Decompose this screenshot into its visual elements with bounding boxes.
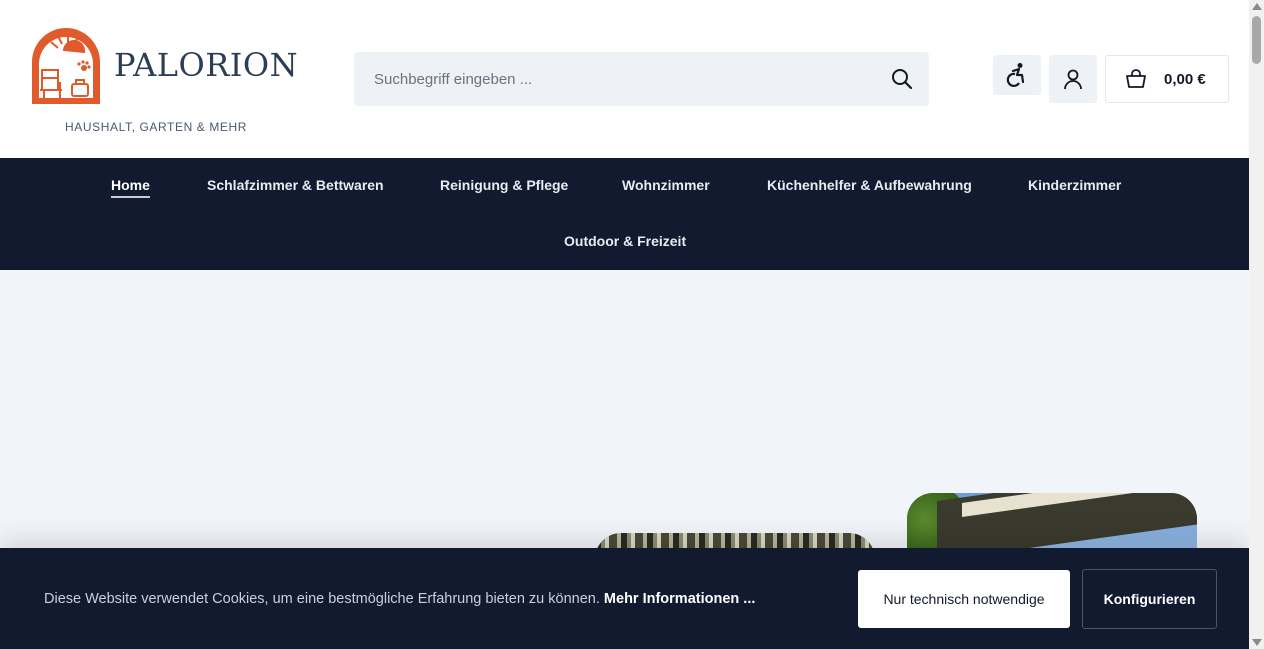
brand-name: PALORION (114, 46, 299, 84)
nav-item-schlafzimmer[interactable]: Schlafzimmer & Bettwaren (207, 177, 384, 193)
account-button[interactable] (1049, 55, 1097, 103)
search-button[interactable] (889, 66, 915, 92)
brand-tagline: HAUSHALT, GARTEN & MEHR (65, 120, 248, 134)
vertical-scrollbar[interactable] (1249, 0, 1264, 649)
cookie-configure-button[interactable]: Konfigurieren (1082, 569, 1217, 629)
search-bar (354, 52, 929, 106)
nav-item-kinderzimmer[interactable]: Kinderzimmer (1028, 177, 1121, 193)
main-navigation: Home Schlafzimmer & Bettwaren Reinigung … (0, 158, 1249, 270)
cookie-technical-only-button[interactable]: Nur technisch notwendige (858, 570, 1070, 628)
site-header: PALORION HAUSHALT, GARTEN & MEHR 0,00 (0, 0, 1249, 158)
user-icon (1064, 69, 1082, 90)
search-input[interactable] (354, 52, 874, 106)
cookie-message: Diese Website verwendet Cookies, um eine… (44, 591, 755, 607)
cookie-banner: Diese Website verwendet Cookies, um eine… (0, 548, 1249, 649)
scrollbar-thumb[interactable] (1252, 16, 1261, 64)
cart-amount: 0,00 € (1164, 71, 1206, 88)
cookie-more-info-link[interactable]: Mehr Informationen ... (604, 591, 755, 607)
cart-button[interactable]: 0,00 € (1105, 55, 1229, 103)
nav-item-wohnzimmer[interactable]: Wohnzimmer (622, 177, 710, 193)
accessibility-button[interactable] (993, 55, 1041, 95)
palorion-logo-icon (32, 28, 100, 104)
cookie-text: Diese Website verwendet Cookies, um eine… (44, 591, 600, 607)
scroll-up-arrow-icon[interactable] (1252, 3, 1262, 10)
shopping-bag-icon (1126, 69, 1146, 88)
nav-item-kuechenhelfer[interactable]: Küchenhelfer & Aufbewahrung (767, 177, 972, 193)
scroll-down-arrow-icon[interactable] (1252, 639, 1262, 646)
nav-item-reinigung[interactable]: Reinigung & Pflege (440, 177, 568, 193)
search-icon (892, 69, 913, 90)
brand-logo[interactable]: PALORION HAUSHALT, GARTEN & MEHR (28, 26, 298, 138)
wheelchair-icon (1006, 63, 1025, 87)
nav-item-home[interactable]: Home (111, 177, 150, 198)
nav-item-outdoor[interactable]: Outdoor & Freizeit (564, 233, 686, 249)
